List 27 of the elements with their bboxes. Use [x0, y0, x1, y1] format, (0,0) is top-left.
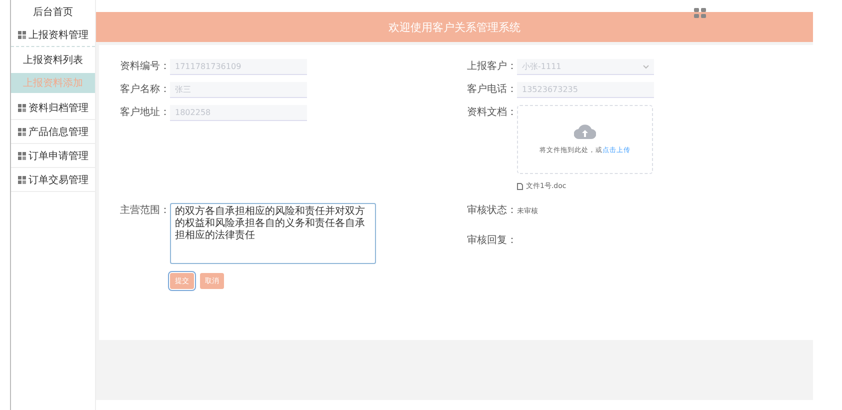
grid-icon	[18, 152, 26, 160]
sidebar-item[interactable]: 后台首页	[11, 0, 95, 23]
field-label: 审核状态：	[466, 204, 517, 218]
document-icon	[517, 182, 523, 190]
field-label: 客户名称：	[119, 82, 170, 97]
field-label: 资料编号：	[119, 60, 170, 74]
upload-icon	[574, 124, 596, 140]
header-title: 欢迎使用客户关系管理系统	[388, 20, 520, 34]
text-area[interactable]: 的双方各自承担相应的风险和责任并对双方的权益和风险承担各自的义务和责任各自承担相应的法律责任	[170, 203, 376, 264]
grid-icon	[18, 128, 26, 136]
sidebar-item[interactable]: 订单申请管理	[11, 144, 95, 168]
field-label: 审核回复：	[466, 234, 517, 248]
sidebar-subitem[interactable]: 上报资料列表	[11, 50, 95, 70]
grid-icon[interactable]	[694, 8, 706, 18]
field-label: 客户电话：	[466, 82, 517, 97]
field-label: 上报客户：	[466, 60, 517, 74]
sidebar-item[interactable]: 上报资料管理	[11, 23, 95, 47]
grid-icon	[18, 176, 26, 184]
field-label: 资料文档：	[466, 106, 517, 120]
field-label: 主营范围：	[119, 204, 170, 218]
sidebar-item[interactable]: 订单交易管理	[11, 168, 95, 192]
sidebar-item[interactable]: 产品信息管理	[11, 120, 95, 144]
sidebar-item[interactable]: 资料归档管理	[11, 96, 95, 120]
field-label: 客户地址：	[119, 106, 170, 120]
grid-icon	[18, 30, 26, 38]
grid-icon	[18, 104, 26, 112]
chevron-icon	[643, 64, 649, 68]
